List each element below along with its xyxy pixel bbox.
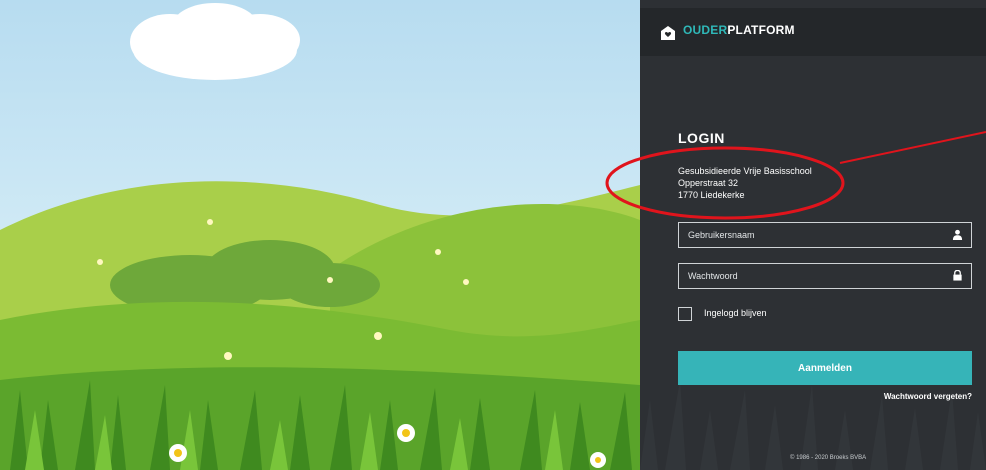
- remember-me[interactable]: Ingelogd blijven: [678, 306, 878, 324]
- login-panel: OUDERPLATFORM LOGIN Gesubsidieerde Vrije…: [640, 0, 986, 470]
- forgot-password-link[interactable]: Wachtwoord vergeten?: [884, 392, 972, 401]
- school-address: Gesubsidieerde Vrije Basisschool Opperst…: [678, 165, 812, 201]
- hill-front: [0, 367, 640, 470]
- daisy: [590, 452, 606, 468]
- school-city: 1770 Liedekerke: [678, 190, 745, 200]
- daisy: [169, 444, 187, 462]
- password-input[interactable]: [679, 264, 948, 288]
- lock-icon: [953, 270, 962, 281]
- footer-copyright: © 1986 - 2020 Broeks BVBA: [790, 455, 867, 461]
- background-illustration: [0, 0, 640, 470]
- username-field: [678, 222, 972, 248]
- top-bar: OUDERPLATFORM: [640, 8, 986, 56]
- home-heart-icon: [661, 26, 675, 40]
- login-button[interactable]: Aanmelden: [678, 351, 972, 385]
- login-title: LOGIN: [678, 130, 725, 146]
- brand-logo-text[interactable]: OUDERPLATFORM: [683, 23, 795, 37]
- cloud: [130, 3, 300, 80]
- school-street: Opperstraat 32: [678, 178, 739, 188]
- brand-name-rest: PLATFORM: [727, 23, 795, 37]
- brand-name-accent: OUDER: [683, 23, 728, 37]
- password-field: [678, 263, 972, 289]
- school-name: Gesubsidieerde Vrije Basisschool: [678, 166, 812, 176]
- remember-checkbox[interactable]: [678, 307, 692, 321]
- daisy: [397, 424, 415, 442]
- username-input[interactable]: [679, 223, 948, 247]
- remember-label[interactable]: Ingelogd blijven: [704, 308, 767, 318]
- user-icon: [952, 229, 963, 240]
